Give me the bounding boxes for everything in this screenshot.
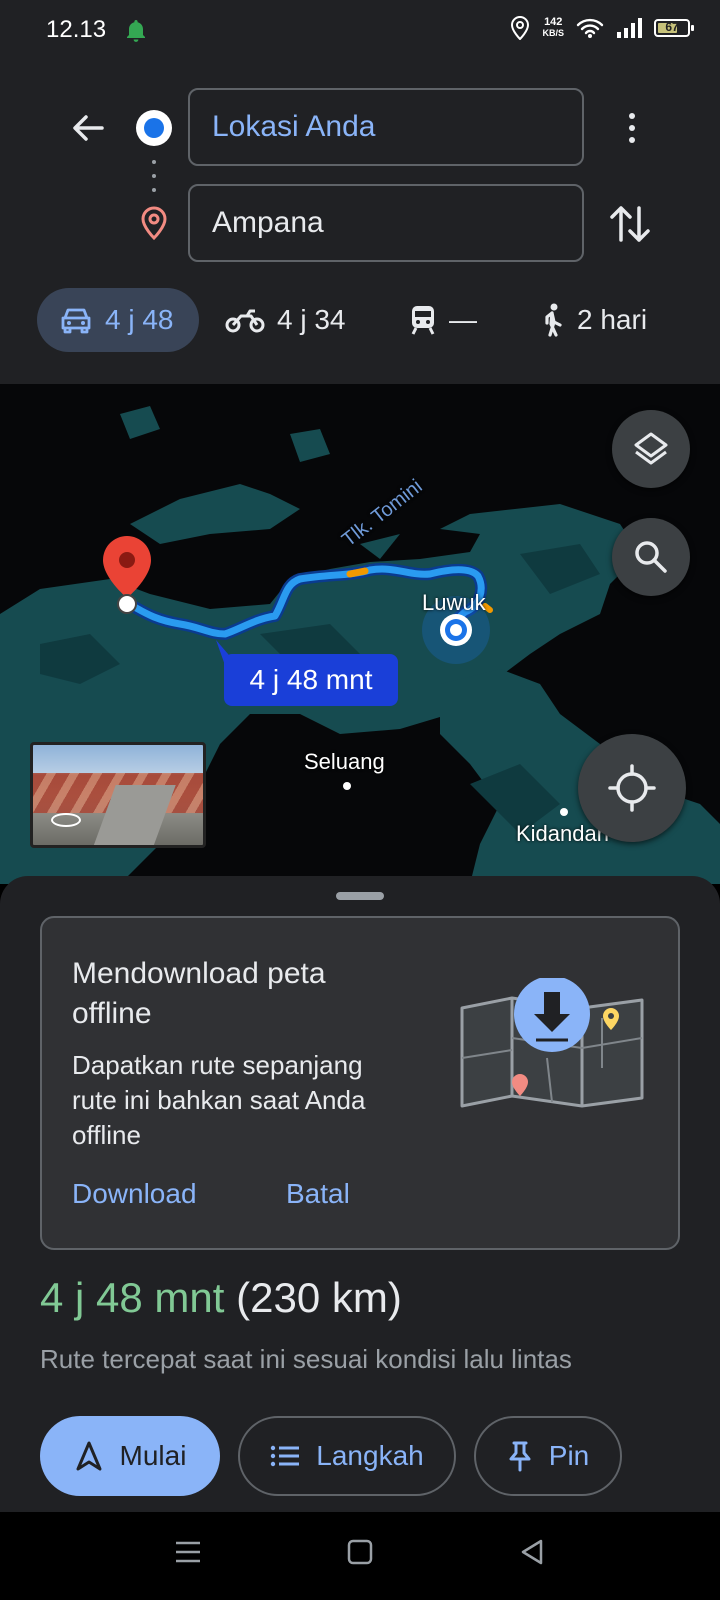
wifi-icon xyxy=(576,18,604,38)
offline-card-title: Mendownload peta offline xyxy=(72,957,326,1030)
directions-panel: Lokasi Anda Ampana 4 j 48 4 j 34 — 2 har… xyxy=(0,64,720,384)
menu-icon xyxy=(176,1541,200,1563)
route-distance: (230 km) xyxy=(236,1274,402,1321)
status-time: 12.13 xyxy=(46,16,107,43)
sheet-drag-handle[interactable] xyxy=(336,892,384,900)
status-indicators: 142 KB/S 67 xyxy=(510,16,694,40)
more-options-button[interactable] xyxy=(612,104,652,152)
map-view[interactable]: Tlk. Tomini Luwuk Seluang Kidandan 4 j 4… xyxy=(0,384,720,884)
360-rotate-icon xyxy=(51,813,81,827)
route-duration: 4 j 48 mnt xyxy=(40,1274,225,1321)
train-icon xyxy=(411,306,435,335)
tab-motorcycle-label: 4 j 34 xyxy=(277,304,346,335)
network-speed-unit: KB/S xyxy=(542,28,564,38)
home-button[interactable] xyxy=(346,1538,374,1571)
battery-level: 67 xyxy=(665,20,679,34)
offline-card-body: Dapatkan rute sepanjang rute ini bahkan … xyxy=(72,1050,366,1150)
start-button-label: Mulai xyxy=(119,1440,187,1471)
action-buttons: Mulai Langkah Pin xyxy=(40,1416,680,1496)
map-place-dot xyxy=(343,782,351,790)
signal-icon xyxy=(617,18,642,38)
swap-vertical-icon xyxy=(610,206,650,242)
pin-button-label: Pin xyxy=(548,1440,590,1471)
origin-marker-icon[interactable] xyxy=(440,614,472,646)
location-icon xyxy=(511,16,530,40)
travel-mode-tabs: 4 j 48 4 j 34 — 2 hari xyxy=(37,288,690,352)
triangle-back-icon xyxy=(521,1539,543,1565)
arrow-back-icon xyxy=(73,115,104,141)
download-button[interactable]: Download xyxy=(72,1178,197,1210)
recent-apps-button[interactable] xyxy=(174,1538,202,1571)
system-navigation-bar xyxy=(0,1512,720,1600)
tab-car[interactable]: 4 j 48 xyxy=(37,288,199,352)
layers-button[interactable] xyxy=(612,410,690,488)
steps-button-label: Langkah xyxy=(316,1440,424,1471)
offline-map-illustration-icon xyxy=(460,978,644,1108)
tab-transit[interactable]: — xyxy=(409,288,477,352)
street-view-thumbnail[interactable] xyxy=(30,742,206,848)
tab-motorcycle[interactable]: 4 j 34 xyxy=(225,288,346,352)
pin-button[interactable]: Pin xyxy=(474,1416,622,1496)
start-button[interactable]: Mulai xyxy=(40,1416,220,1496)
route-summary: 4 j 48 mnt (230 km) xyxy=(40,1274,402,1322)
crosshair-icon xyxy=(608,764,656,812)
route-time-bubble[interactable]: 4 j 48 mnt xyxy=(224,654,398,706)
map-label-seluang: Seluang xyxy=(304,749,385,774)
pin-icon xyxy=(509,1441,531,1472)
walk-icon xyxy=(545,303,562,337)
steps-button[interactable]: Langkah xyxy=(238,1416,456,1496)
destination-field[interactable]: Ampana xyxy=(188,184,584,262)
destination-pin-icon xyxy=(140,206,168,245)
directions-bottom-sheet: Mendownload peta offline Dapatkan rute s… xyxy=(0,876,720,1512)
swap-button[interactable] xyxy=(608,200,652,253)
map-label-luwuk: Luwuk xyxy=(422,590,486,615)
tab-walk[interactable]: 2 hari xyxy=(539,288,647,352)
network-speed: 142 KB/S xyxy=(542,17,564,39)
layers-icon xyxy=(634,432,668,465)
motorcycle-icon xyxy=(225,309,265,333)
route-connector xyxy=(152,160,156,192)
origin-field[interactable]: Lokasi Anda xyxy=(188,88,584,166)
map-place-dot xyxy=(560,808,568,816)
back-nav-button[interactable] xyxy=(518,1538,546,1571)
list-icon xyxy=(271,1445,300,1467)
car-icon xyxy=(61,308,91,334)
network-speed-value: 142 xyxy=(544,16,563,28)
tab-transit-label: — xyxy=(449,304,477,335)
tab-walk-label: 2 hari xyxy=(577,304,648,335)
search-icon xyxy=(635,541,667,573)
navigation-arrow-icon xyxy=(76,1441,102,1471)
tab-car-label: 4 j 48 xyxy=(105,304,174,335)
search-along-route-button[interactable] xyxy=(612,518,690,596)
destination-marker-icon[interactable] xyxy=(100,534,154,614)
cancel-button[interactable]: Batal xyxy=(286,1178,350,1210)
square-icon xyxy=(347,1539,373,1565)
origin-dot-icon xyxy=(136,110,172,146)
battery-icon: 67 xyxy=(654,19,694,37)
my-location-button[interactable] xyxy=(578,734,686,842)
route-note: Rute tercepat saat ini sesuai kondisi la… xyxy=(40,1344,572,1374)
back-button[interactable] xyxy=(64,104,112,152)
status-bar: 12.13 142 KB/S 67 xyxy=(0,0,720,64)
offline-map-card: Mendownload peta offline Dapatkan rute s… xyxy=(40,916,680,1250)
bell-icon xyxy=(124,18,148,49)
